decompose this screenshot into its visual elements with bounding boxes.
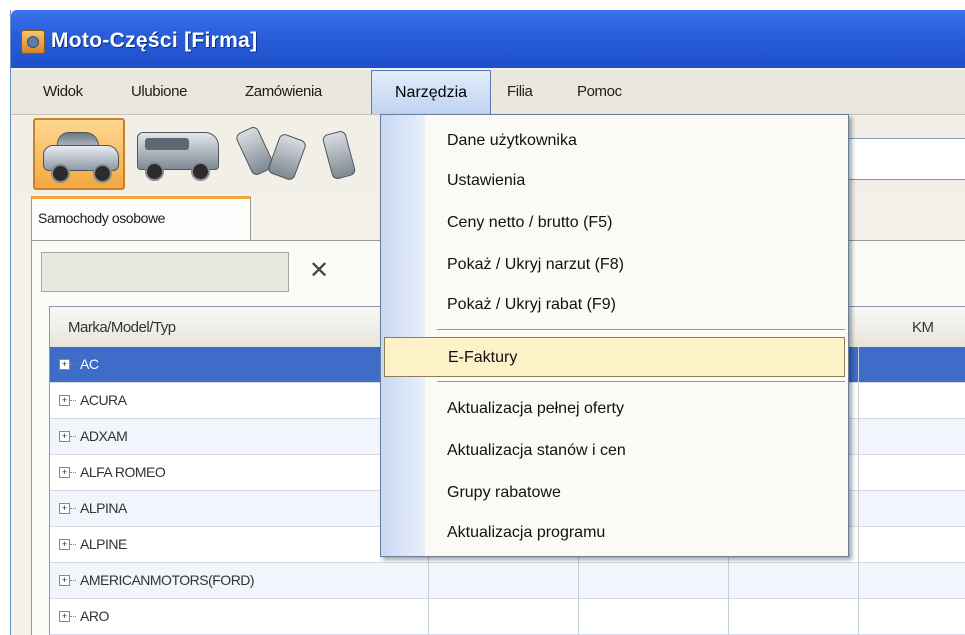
window-title: Moto-Części [Firma] [51, 29, 258, 52]
menu-item-label: Aktualizacja programu [447, 524, 606, 541]
expand-plus-icon[interactable]: + [59, 503, 70, 514]
menu-item-label: Ustawienia [447, 172, 526, 189]
row-label: ADXAM [80, 428, 128, 444]
parts-button[interactable] [321, 118, 357, 190]
engine-parts-button[interactable] [231, 118, 323, 190]
menu-item-ustawienia[interactable]: Ustawienia [381, 161, 848, 201]
clear-filter-icon[interactable]: ✕ [309, 256, 329, 285]
menu-item-label: E-Faktury [448, 349, 518, 366]
menu-item-poka-ukryj-narzut-f8[interactable]: Pokaż / Ukryj narzut (F8) [381, 245, 848, 285]
expand-plus-icon[interactable]: + [59, 467, 70, 478]
expand-plus-icon[interactable]: + [59, 611, 70, 622]
tab-samochody-osobowe[interactable]: Samochody osobowe [31, 196, 251, 240]
menu-item-label: Pokaż / Ukryj rabat (F9) [447, 296, 616, 313]
expand-plus-icon[interactable]: + [59, 395, 70, 406]
menu-separator [437, 381, 845, 382]
menu-zamowienia[interactable]: Zamówienia [245, 70, 322, 114]
menu-item-dane-u-ytkownika[interactable]: Dane użytkownika [381, 121, 848, 161]
menu-item-poka-ukryj-rabat-f9[interactable]: Pokaż / Ukryj rabat (F9) [381, 285, 848, 325]
menu-filia[interactable]: Filia [507, 70, 533, 114]
menu-item-label: Pokaż / Ukryj narzut (F8) [447, 256, 624, 273]
expand-plus-icon[interactable]: + [59, 431, 70, 442]
menu-narzedzia[interactable]: Narzędzia [371, 70, 491, 114]
table-row[interactable]: + ARO [50, 599, 965, 635]
menu-widok[interactable]: Widok [43, 70, 83, 114]
narzedzia-dropdown-menu: Dane użytkownika Ustawienia Ceny netto / b… [380, 114, 849, 557]
app-logo-icon [21, 30, 45, 54]
row-label: AMERICANMOTORS(FORD) [80, 572, 255, 588]
row-label: ACURA [80, 392, 127, 408]
menu-item-label: Ceny netto / brutto (F5) [447, 214, 613, 231]
toolbar-search-input[interactable] [838, 138, 965, 180]
filter-input[interactable] [41, 252, 289, 292]
menu-item-aktualizacja-programu[interactable]: Aktualizacja programu [381, 513, 848, 553]
title-bar: Moto-Części [Firma] [11, 10, 965, 68]
menu-item-grupy-rabatowe[interactable]: Grupy rabatowe [381, 473, 848, 513]
row-label: ARO [80, 608, 109, 624]
expand-plus-icon[interactable]: + [59, 575, 70, 586]
menu-item-aktualizacja-stan-w-i-cen[interactable]: Aktualizacja stanów i cen [381, 431, 848, 471]
expand-plus-icon[interactable]: + [59, 359, 70, 370]
row-label: ALPINA [80, 500, 127, 516]
column-header-km[interactable]: KM [912, 307, 934, 347]
menu-item-e-faktury[interactable]: E-Faktury [384, 337, 845, 377]
menu-item-ceny-netto-brutto-f5[interactable]: Ceny netto / brutto (F5) [381, 203, 848, 243]
menu-pomoc[interactable]: Pomoc [577, 70, 622, 114]
menu-item-label: Aktualizacja stanów i cen [447, 442, 626, 459]
row-label: ALFA ROMEO [80, 464, 166, 480]
row-label: ALPINE [80, 536, 127, 552]
menu-item-label: Grupy rabatowe [447, 484, 561, 501]
row-label: AC [80, 356, 99, 372]
delivery-van-button[interactable] [131, 118, 223, 190]
menu-separator [437, 329, 845, 330]
expand-plus-icon[interactable]: + [59, 539, 70, 550]
column-header-marka[interactable]: Marka/Model/Typ [68, 307, 176, 347]
menu-item-aktualizacja-pe-nej-oferty[interactable]: Aktualizacja pełnej oferty [381, 389, 848, 429]
passenger-car-button[interactable] [33, 118, 125, 190]
menu-bar: Widok Ulubione Zamówienia Narzędzia Fili… [11, 70, 965, 115]
table-row[interactable]: + AMERICANMOTORS(FORD) [50, 563, 965, 599]
app-window: Moto-Części [Firma] Widok Ulubione Zamów… [10, 10, 965, 635]
menu-ulubione[interactable]: Ulubione [131, 70, 187, 114]
menu-item-label: Aktualizacja pełnej oferty [447, 400, 624, 417]
menu-item-label: Dane użytkownika [447, 132, 577, 149]
